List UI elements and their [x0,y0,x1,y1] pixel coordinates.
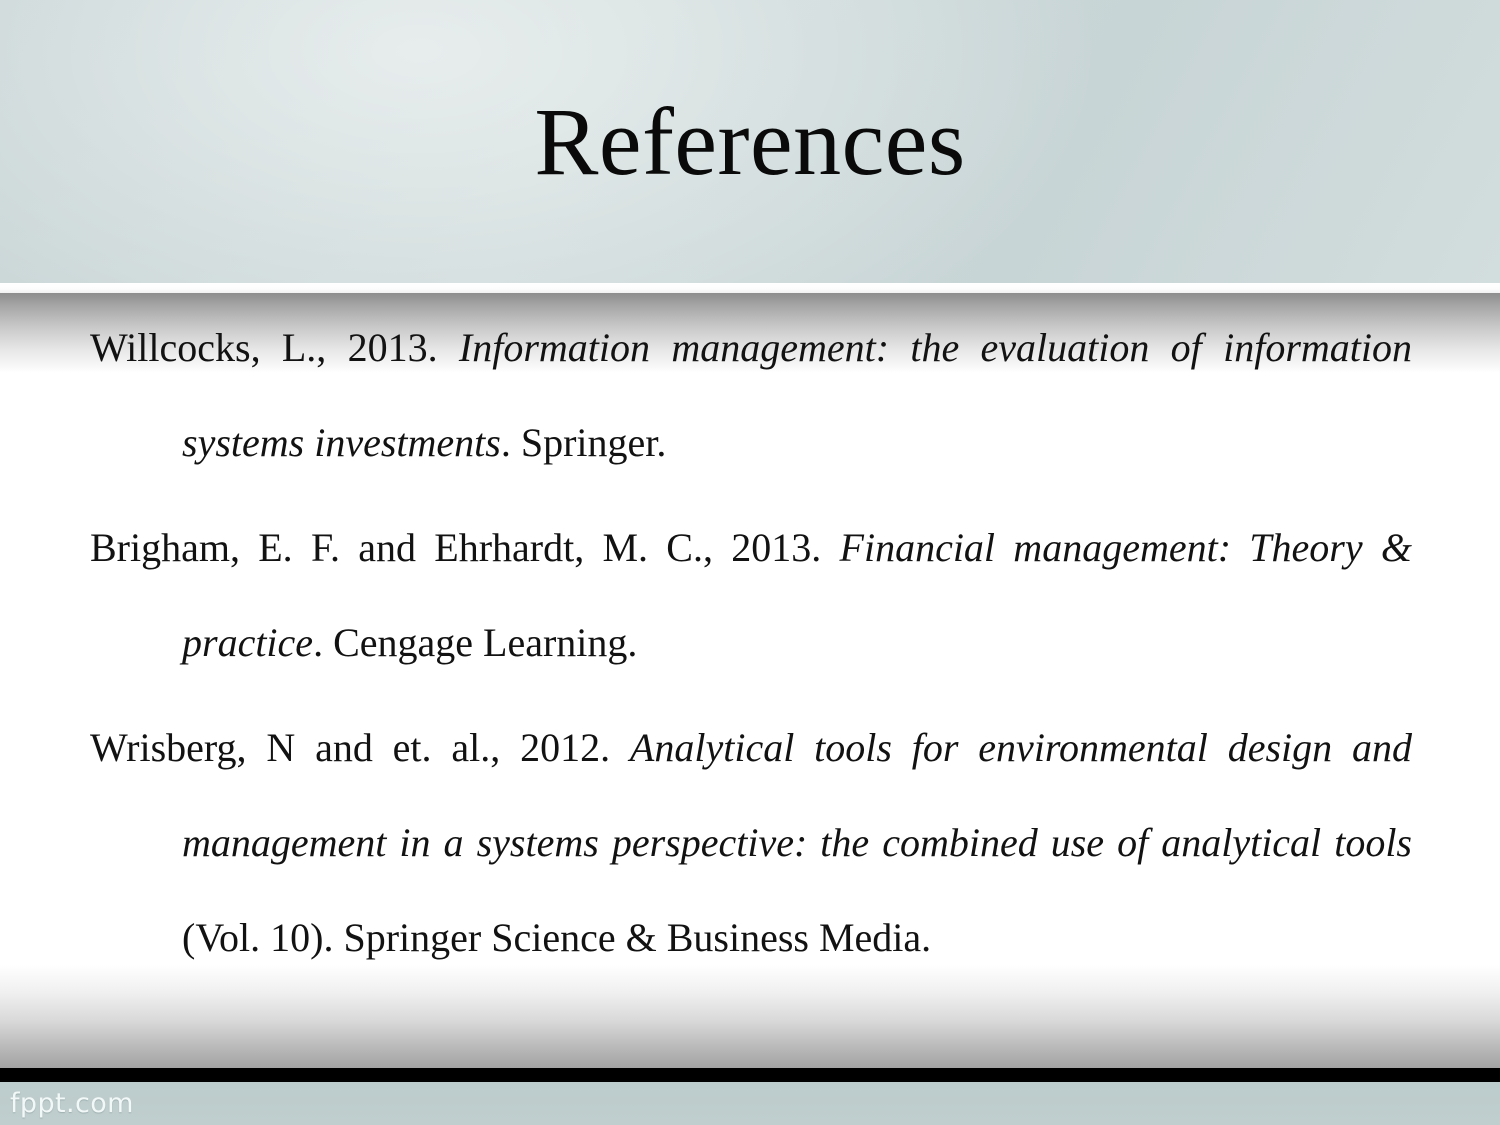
reference-text: Wrisberg, N and et. al., 2012. [90,725,630,770]
page-title: References [534,88,966,195]
header-divider [0,283,1500,293]
references-list: Willcocks, L., 2013. Information managem… [90,300,1412,985]
footer-divider-rule [0,1068,1500,1082]
reference-text: . Cengage Learning. [313,620,638,665]
reference-text: . Springer. [500,420,667,465]
presentation-slide: References Willcocks, L., 2013. Informat… [0,0,1500,1125]
reference-text: (Vol. 10). Springer Science & Business M… [182,915,932,960]
slide-footer-band [0,1082,1500,1125]
reference-entry: Brigham, E. F. and Ehrhardt, M. C., 2013… [90,500,1412,690]
reference-entry: Wrisberg, N and et. al., 2012. Analytica… [90,700,1412,985]
footer-brand-label: fppt.com [10,1088,134,1119]
slide-header-band: References [0,0,1500,283]
reference-entry: Willcocks, L., 2013. Information managem… [90,300,1412,490]
reference-text: Willcocks, L., 2013. [90,325,459,370]
reference-text: Brigham, E. F. and Ehrhardt, M. C., 2013… [90,525,840,570]
